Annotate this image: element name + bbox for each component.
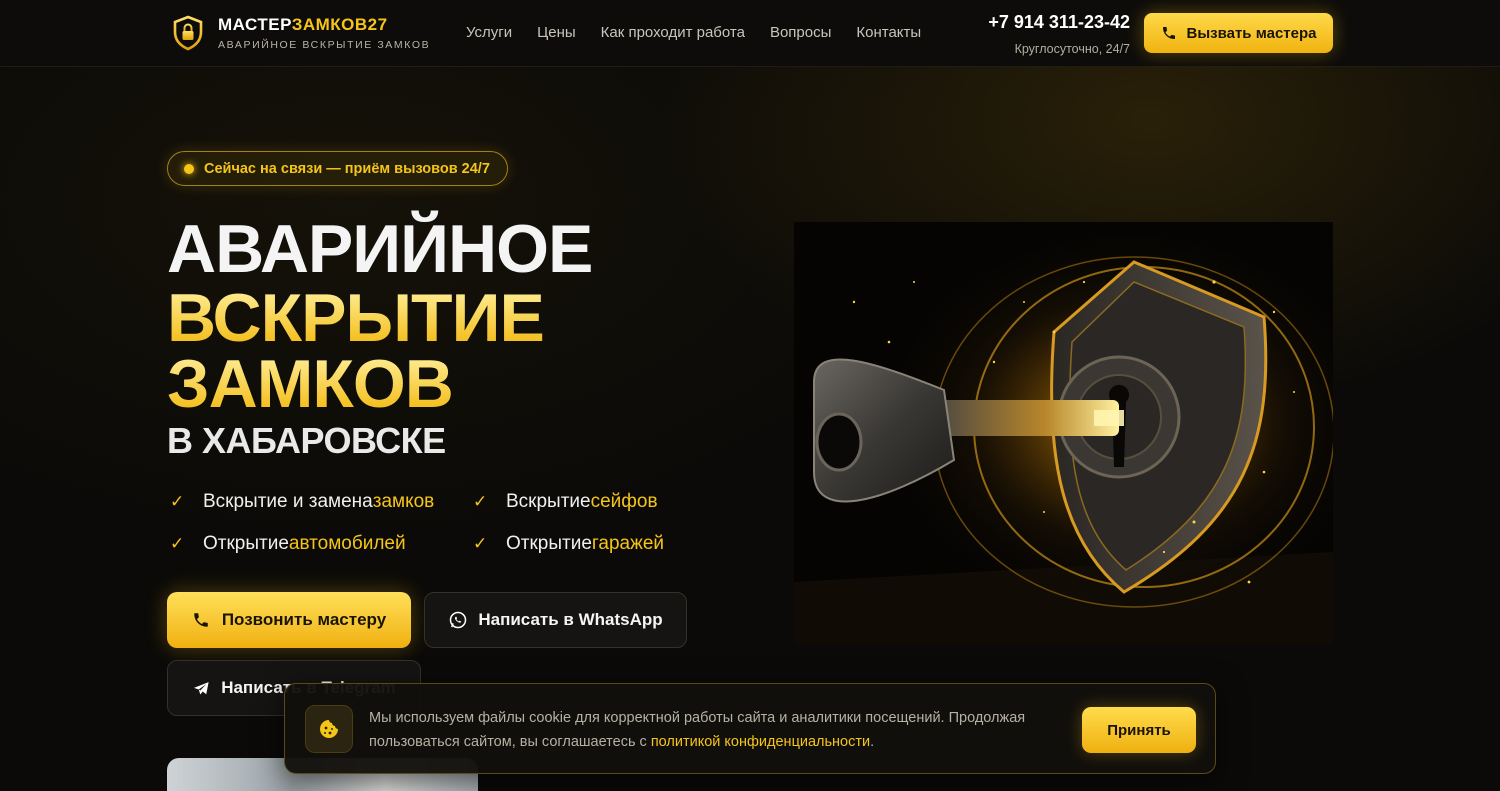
status-badge: Сейчас на связи — приём вызовов 24/7 (167, 151, 508, 186)
cookie-text: Мы используем файлы cookie для корректно… (369, 710, 1026, 750)
check-icon: ✓ (170, 492, 185, 511)
main-nav: Услуги Цены Как проходит работа Вопросы … (466, 24, 921, 41)
whatsapp-button[interactable]: Написать в WhatsApp (424, 592, 687, 648)
cookie-icon (305, 705, 353, 753)
call-master-hero-button[interactable]: Позвонить мастеру (167, 592, 411, 648)
hero-title-line1: АВАРИЙНОЕ (167, 211, 593, 287)
hero-title-city: В ХАБАРОВСКЕ (167, 420, 446, 461)
cookie-accept-button[interactable]: Принять (1082, 707, 1196, 753)
nav-faq[interactable]: Вопросы (770, 24, 831, 41)
whatsapp-icon (450, 611, 467, 629)
nav-process[interactable]: Как проходит работа (601, 24, 745, 41)
phone-icon (194, 613, 208, 627)
hero-title-line2: ВСКРЫТИЕ (167, 280, 545, 356)
site-header: МАСТЕРЗАМКОВ27 АВАРИЙНОЕ ВСКРЫТИЕ ЗАМКОВ… (0, 0, 1500, 67)
phone-icon (1162, 27, 1175, 39)
nav-contacts[interactable]: Контакты (856, 24, 921, 41)
logo-title: МАСТЕРЗАМКОВ27 (218, 15, 388, 34)
check-icon: ✓ (473, 534, 488, 553)
call-master-label: Вызвать мастера (1186, 24, 1317, 42)
check-icon: ✓ (473, 492, 488, 511)
feature-item: ✓ Вскрытие сейфов (473, 491, 658, 512)
phone-number[interactable]: +7 914 311-23-42 (988, 12, 1130, 33)
shield-lock-icon (173, 15, 203, 51)
status-dot-icon (184, 163, 194, 174)
hero-title-line3: ЗАМКОВ (167, 346, 454, 422)
logo[interactable]: МАСТЕРЗАМКОВ27 АВАРИЙНОЕ ВСКРЫТИЕ ЗАМКОВ (172, 15, 430, 51)
nav-prices[interactable]: Цены (537, 24, 576, 41)
call-master-button[interactable]: Вызвать мастера (1144, 13, 1333, 53)
call-master-hero-label: Позвонить мастеру (221, 610, 387, 629)
feature-item: ✓ Открытие гаражей (473, 533, 665, 554)
feature-item: ✓ Вскрытие и замена замков (170, 491, 435, 512)
phone-note: Круглосуточно, 24/7 (1014, 42, 1130, 56)
nav-services[interactable]: Услуги (466, 24, 512, 41)
telegram-icon (194, 681, 209, 694)
check-icon: ✓ (170, 534, 185, 553)
logo-subtitle: АВАРИЙНОЕ ВСКРЫТИЕ ЗАМКОВ (218, 39, 431, 51)
feature-item: ✓ Открытие автомобилей (170, 533, 406, 554)
key-lock-image (794, 222, 1333, 644)
cookie-banner: Мы используем файлы cookie для корректно… (284, 683, 1216, 774)
hero-key-illustration (794, 222, 1333, 644)
phone-block: +7 914 311-23-42 Круглосуточно, 24/7 (988, 12, 1130, 56)
whatsapp-label: Написать в WhatsApp (478, 610, 663, 629)
privacy-policy-link[interactable]: политикой конфиденциальности (651, 734, 870, 750)
status-badge-label: Сейчас на связи — приём вызовов 24/7 (204, 160, 490, 177)
